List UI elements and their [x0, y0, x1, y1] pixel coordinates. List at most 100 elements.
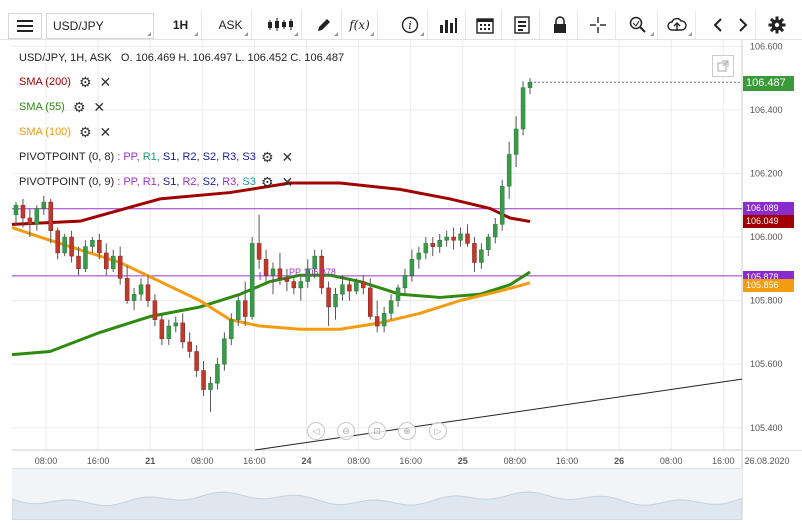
- popout-button[interactable]: [712, 55, 734, 77]
- candle-body: [104, 252, 109, 270]
- nav-zoom-out-button[interactable]: ⊖: [337, 422, 355, 440]
- candle-body: [145, 284, 151, 301]
- candle-body: [215, 363, 220, 384]
- price-tick-label: 105.400: [750, 423, 783, 433]
- nav-fit-button[interactable]: ⊡: [368, 422, 386, 440]
- candle-body: [333, 294, 338, 308]
- price-tick-label: 105.800: [750, 296, 783, 306]
- candle-body: [180, 322, 185, 343]
- legend-label: SMA (200): [19, 76, 71, 88]
- nav-forward-button[interactable]: ▷: [429, 422, 447, 440]
- candle-body: [270, 268, 276, 276]
- candle-body: [437, 239, 442, 247]
- candle-body: [347, 284, 352, 292]
- pivot-item: : PP,: [117, 176, 143, 188]
- price-axis-bg: [743, 40, 802, 450]
- candle-body: [513, 128, 519, 155]
- candle-body: [222, 338, 227, 365]
- price-badge: 106.487: [743, 76, 794, 91]
- candle-body: [166, 325, 172, 340]
- candle-body: [402, 274, 408, 289]
- pivot-item: R2,: [182, 176, 203, 188]
- candle-body: [83, 246, 88, 270]
- candle-body: [152, 300, 158, 320]
- close-icon[interactable]: ✕: [93, 100, 105, 114]
- pivot-item: S2,: [202, 151, 223, 163]
- time-tick-label: 25: [458, 456, 468, 466]
- candle-body: [138, 284, 144, 295]
- close-icon[interactable]: ✕: [282, 150, 294, 164]
- candle-body: [277, 268, 283, 279]
- close-icon[interactable]: ✕: [100, 125, 112, 139]
- candle-body: [110, 255, 116, 270]
- pivot-item: R3,: [222, 151, 243, 163]
- candle-body: [451, 236, 456, 241]
- candle-body: [194, 351, 199, 371]
- gear-icon[interactable]: ⚙: [79, 125, 92, 139]
- sma-legend[interactable]: SMA (55) ⚙ ✕: [19, 100, 105, 114]
- candle-body: [263, 259, 269, 276]
- gear-icon[interactable]: ⚙: [261, 175, 274, 189]
- pivot-item: S2,: [202, 176, 223, 188]
- pivot-item: R1,: [142, 151, 163, 163]
- candle-body: [361, 281, 366, 289]
- nav-zoom-in-button[interactable]: ⊕: [398, 422, 416, 440]
- sma-legend[interactable]: SMA (200) ⚙ ✕: [19, 75, 112, 89]
- pivot-item: R1,: [142, 176, 163, 188]
- price-tick-label: 106.200: [750, 168, 783, 178]
- price-tick-label: 106.400: [750, 105, 783, 115]
- pivot-item: S3: [242, 176, 259, 188]
- pivot-item: R2,: [182, 151, 203, 163]
- candle-body: [472, 243, 477, 263]
- pivot-legend[interactable]: PIVOTPOINT (0, 9) : PP, R1, S1, R2, S2, …: [19, 175, 294, 189]
- candle-body: [291, 281, 297, 289]
- candle-body: [458, 233, 463, 241]
- candle-body: [381, 313, 387, 327]
- zoom-out-icon: ⊖: [342, 425, 350, 436]
- candle-body: [229, 319, 234, 340]
- candle-body: [187, 341, 192, 352]
- candle-body: [367, 287, 373, 317]
- time-tick-label: 08:00: [660, 456, 683, 466]
- candle-body: [41, 201, 47, 209]
- navigator-area-chart: [11, 491, 743, 521]
- pivot-item: : PP,: [117, 151, 143, 163]
- pivot-legend[interactable]: PIVOTPOINT (0, 8) : PP, R1, S1, R2, S2, …: [19, 150, 294, 164]
- pivot-item: S3: [242, 151, 259, 163]
- price-tick-label: 106.600: [750, 41, 783, 51]
- zoom-in-icon: ⊕: [403, 425, 411, 436]
- time-tick-label: 08:00: [191, 456, 214, 466]
- gear-icon[interactable]: ⚙: [73, 100, 86, 114]
- candle-body: [409, 259, 415, 276]
- gear-icon[interactable]: ⚙: [261, 150, 274, 164]
- price-chart[interactable]: 106.600 106.400 106.200 106.000 105.800 105.6…: [0, 0, 802, 519]
- gear-icon[interactable]: ⚙: [79, 75, 92, 89]
- time-tick-label: 16:00: [87, 456, 110, 466]
- candle-body: [173, 322, 179, 327]
- time-tick-label: 16:00: [556, 456, 579, 466]
- pivot-label: PIVOTPOINT (0, 8): [19, 151, 118, 163]
- sma-100-line: [11, 226, 531, 331]
- pivot-item: S1,: [162, 151, 183, 163]
- price-badge: 105.856: [743, 279, 794, 292]
- sma-55-line: [11, 270, 531, 357]
- time-tick-label: 08:00: [35, 456, 58, 466]
- navigator-strip[interactable]: [11, 468, 743, 521]
- candle-body: [506, 154, 512, 187]
- candle-body: [131, 294, 137, 301]
- close-icon[interactable]: ✕: [100, 75, 112, 89]
- time-tick-label: 26.08.2020: [744, 456, 789, 466]
- time-tick-label: 21: [145, 456, 155, 466]
- price-badge: 106.049: [743, 215, 794, 228]
- candle-body: [395, 287, 401, 301]
- pp-label: PP 105.878: [289, 267, 336, 277]
- candle-body: [444, 236, 449, 241]
- candle-body: [62, 236, 67, 254]
- time-tick-label: 26: [614, 456, 624, 466]
- candle-body: [124, 278, 130, 301]
- pivot-item: S1,: [162, 176, 183, 188]
- sma-legend[interactable]: SMA (100) ⚙ ✕: [19, 125, 112, 139]
- candle-body: [13, 205, 19, 216]
- nav-back-button[interactable]: ◁: [307, 422, 325, 440]
- close-icon[interactable]: ✕: [282, 175, 294, 189]
